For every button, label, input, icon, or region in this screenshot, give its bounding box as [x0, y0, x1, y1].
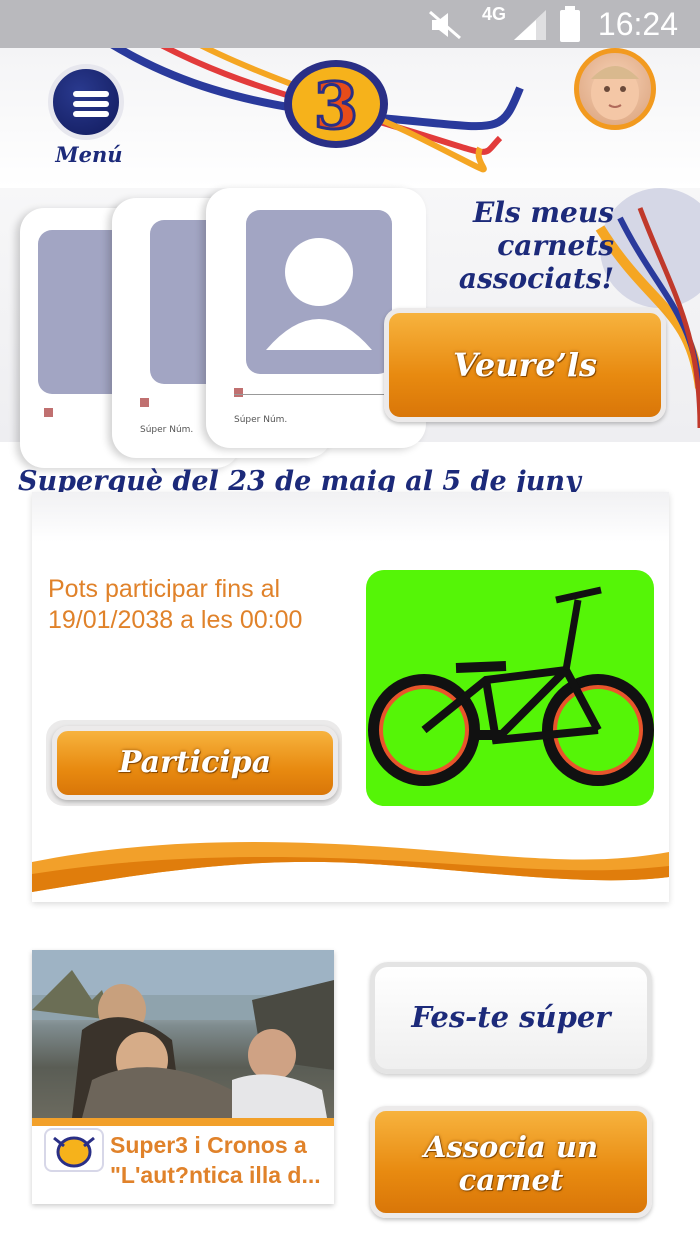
person-placeholder-icon	[246, 210, 392, 374]
network-type: 4G	[482, 4, 507, 24]
associate-label-line: carnet	[458, 1163, 564, 1197]
view-cards-button[interactable]: Veure’ls	[384, 308, 666, 422]
signal-icon	[514, 10, 546, 40]
associate-card-button[interactable]: Associa un carnet	[370, 1106, 652, 1218]
news-photo-scene	[32, 950, 334, 1118]
card-number-label: Súper Núm.	[140, 425, 194, 435]
news-strip	[32, 1118, 334, 1126]
hamburger-icon	[73, 91, 109, 97]
super3-small-logo-icon	[44, 1128, 104, 1172]
card-line	[234, 394, 384, 395]
battery-icon	[560, 6, 580, 42]
super3-logo[interactable]: 3	[280, 56, 392, 152]
status-bar: 4G 16:24	[0, 0, 700, 48]
hamburger-icon-line	[73, 111, 109, 117]
participation-deadline: Pots participar fins al 19/01/2038 a les…	[48, 574, 348, 636]
news-title: Super3 i Cronos a "L'aut?ntica illa d...	[110, 1130, 332, 1190]
menu-button[interactable]	[48, 64, 124, 140]
news-title-line: "L'aut?ntica illa d...	[110, 1162, 321, 1188]
news-title-line: Super3 i Cronos a	[110, 1132, 307, 1158]
person-silhouette-icon	[266, 238, 372, 350]
panel-header-shade	[32, 492, 669, 542]
card-marker	[234, 388, 243, 397]
orange-wave-decoration	[32, 842, 669, 892]
logo-text: 3	[314, 69, 359, 144]
card-number-label: Súper Núm.	[234, 415, 288, 425]
menu-label[interactable]: Menú	[44, 142, 134, 167]
card-marker	[140, 398, 149, 407]
child-face-icon	[591, 66, 639, 120]
clock: 16:24	[597, 6, 678, 42]
participate-button[interactable]: Participa	[52, 726, 338, 800]
carnets-title-line: Els meus	[472, 196, 614, 229]
prize-image[interactable]	[366, 570, 654, 806]
deadline-line: 19/01/2038 a les 00:00	[48, 606, 303, 634]
news-thumbnail	[32, 950, 334, 1118]
mute-icon	[429, 10, 461, 40]
carnets-title-line: associats!	[458, 262, 614, 295]
deadline-line: Pots participar fins al	[48, 575, 281, 603]
user-avatar[interactable]	[574, 48, 656, 130]
bmx-bike-icon	[368, 586, 654, 786]
become-super-button[interactable]: Fes-te súper	[370, 962, 652, 1074]
associate-label-line: Associa un	[423, 1130, 599, 1164]
news-card[interactable]: Super3 i Cronos a "L'aut?ntica illa d...	[32, 950, 334, 1204]
hamburger-icon-line	[73, 101, 109, 107]
card-marker	[44, 408, 53, 417]
carnets-title-line: carnets	[497, 229, 614, 262]
carnets-title: Els meus carnets associats!	[414, 196, 614, 295]
small-logo-shape	[53, 1136, 95, 1168]
